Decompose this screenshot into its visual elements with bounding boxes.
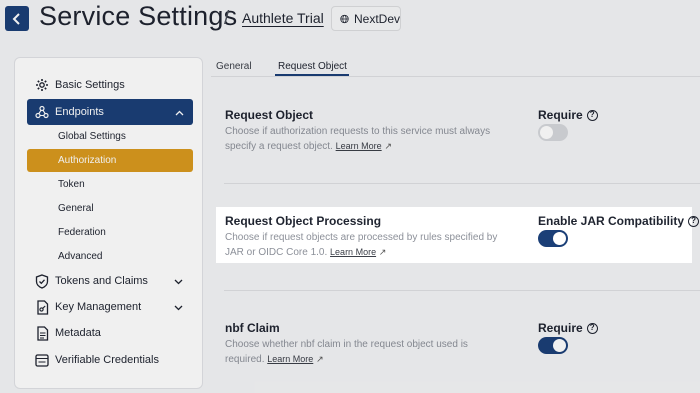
nbf-claim-require-toggle[interactable]	[538, 337, 568, 354]
sidebar-item-verifiable-credentials[interactable]: Verifiable Credentials	[15, 347, 204, 373]
description-text: Choose if authorization requests to this…	[225, 126, 491, 137]
sidebar-subitem-token[interactable]: Token	[27, 173, 193, 196]
sidebar-subitem-federation[interactable]: Federation	[27, 221, 193, 244]
external-link-icon: ↗	[378, 247, 387, 257]
toggle-knob	[553, 339, 566, 352]
help-icon[interactable]: ?	[586, 109, 598, 121]
section-divider	[224, 290, 700, 291]
sidebar-item-endpoints[interactable]: Endpoints	[27, 99, 193, 125]
help-icon[interactable]: ?	[586, 322, 598, 334]
nbf-claim-title: nbf Claim	[225, 321, 280, 335]
key-file-icon	[34, 299, 50, 315]
chevron-left-icon	[12, 12, 20, 25]
nbf-claim-control-label: Require ?	[538, 321, 598, 335]
service-name-link[interactable]: Authlete Trial	[242, 10, 324, 26]
back-button[interactable]	[5, 6, 29, 31]
sidebar-subitem-advanced[interactable]: Advanced	[27, 245, 193, 268]
sidebar-item-basic-settings[interactable]: Basic Settings	[15, 72, 204, 98]
chevron-up-icon	[175, 107, 184, 119]
description-text: Choose whether nbf claim in the request …	[225, 339, 468, 350]
shield-icon	[34, 273, 50, 289]
environment-selector[interactable]: NextDev	[331, 6, 401, 31]
sidebar-item-label: Verifiable Credentials	[55, 354, 159, 366]
sidebar-item-metadata[interactable]: Metadata	[15, 320, 204, 346]
settings-sidebar: Basic Settings Endpoints Global Settings…	[14, 57, 203, 389]
sidebar-subitem-authorization[interactable]: Authorization	[27, 149, 193, 172]
environment-name: NextDev	[353, 11, 400, 26]
description-text: specify a request object.	[225, 141, 333, 152]
sidebar-item-label: Tokens and Claims	[55, 275, 148, 287]
external-link-icon: ↗	[316, 354, 324, 364]
chevron-down-icon	[174, 276, 183, 288]
request-object-control-label: Require ?	[538, 108, 598, 122]
nbf-claim-description: Choose whether nbf claim in the request …	[225, 338, 525, 367]
webhook-icon	[34, 104, 50, 120]
page-title: Service Settings	[39, 1, 238, 31]
description-text: required.	[225, 354, 265, 365]
jar-compatibility-control-label: Enable JAR Compatibility ?	[538, 214, 700, 228]
tab-general[interactable]: General	[216, 61, 252, 72]
learn-more-link[interactable]: Learn More	[336, 141, 382, 151]
request-object-require-toggle[interactable]	[538, 124, 568, 141]
chevron-down-icon	[174, 302, 183, 314]
control-label-text: Require	[538, 108, 583, 122]
sidebar-item-key-management[interactable]: Key Management	[15, 294, 204, 320]
learn-more-link[interactable]: Learn More	[330, 247, 376, 257]
tab-divider	[211, 76, 700, 77]
globe-icon	[340, 14, 349, 23]
request-object-processing-description: Choose if request objects are processed …	[225, 231, 525, 260]
request-object-title: Request Object	[225, 108, 314, 122]
sidebar-item-label: Endpoints	[55, 106, 104, 118]
sidebar-item-label: Basic Settings	[55, 79, 125, 91]
credential-icon	[34, 352, 50, 368]
jar-compatibility-toggle[interactable]	[538, 230, 568, 247]
document-icon	[34, 325, 50, 341]
sidebar-item-label: Metadata	[55, 327, 101, 339]
external-link-icon: ↗	[384, 141, 392, 151]
toggle-knob	[553, 232, 566, 245]
sidebar-item-label: Key Management	[55, 301, 142, 313]
sidebar-item-tokens-and-claims[interactable]: Tokens and Claims	[15, 268, 204, 294]
gear-icon	[34, 77, 50, 93]
sidebar-subitem-general[interactable]: General	[27, 197, 193, 220]
tab-request-object[interactable]: Request Object	[278, 61, 347, 72]
control-label-text: Require	[538, 321, 583, 335]
description-text: Choose if request objects are processed …	[225, 232, 498, 243]
control-label-text: Enable JAR Compatibility	[538, 214, 685, 228]
request-object-processing-title: Request Object Processing	[225, 214, 382, 228]
breadcrumb-separator: /	[224, 8, 230, 29]
section-divider	[224, 183, 700, 184]
sidebar-subitem-global-settings[interactable]: Global Settings	[27, 125, 193, 148]
request-object-description: Choose if authorization requests to this…	[225, 125, 525, 154]
learn-more-link[interactable]: Learn More	[267, 354, 313, 364]
description-text: JAR or OIDC Core 1.0.	[225, 247, 328, 258]
toggle-knob	[540, 126, 553, 139]
help-icon[interactable]: ?	[688, 215, 700, 227]
